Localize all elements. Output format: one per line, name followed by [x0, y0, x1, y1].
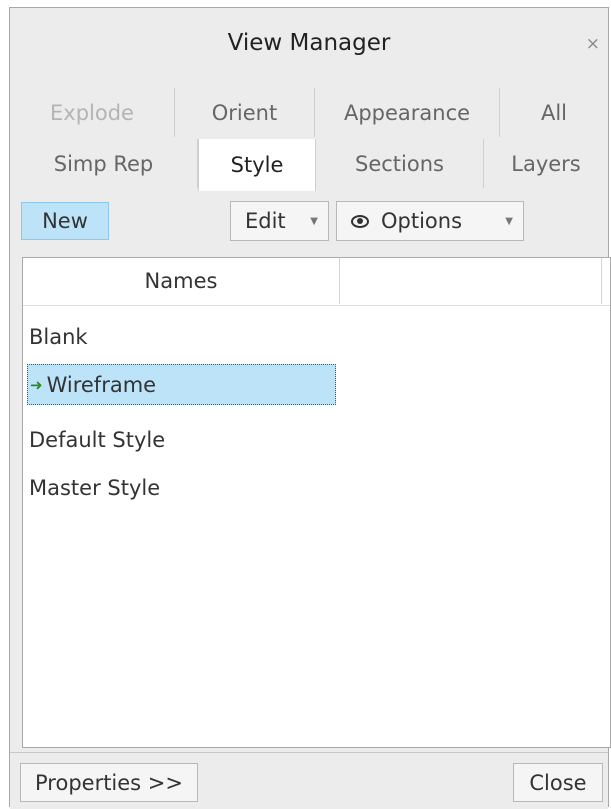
list-item-blank[interactable]: Blank — [27, 316, 336, 357]
tab-sections[interactable]: Sections — [316, 139, 484, 188]
dialog-title: View Manager — [227, 30, 391, 56]
toolbar: New Edit ▼ Options ▼ — [10, 191, 608, 251]
chevron-down-icon: ▼ — [505, 216, 513, 227]
list-item-default-style[interactable]: Default Style — [27, 419, 336, 460]
column-header-empty — [340, 258, 602, 304]
styles-list[interactable]: Names Blank ➜ Wireframe Default Style Ma… — [22, 257, 611, 748]
close-button[interactable]: Close — [513, 763, 603, 802]
chevron-down-icon: ▼ — [310, 216, 318, 227]
column-header-names[interactable]: Names — [23, 258, 340, 304]
tab-simp-rep[interactable]: Simp Rep — [10, 139, 198, 188]
options-button-label: Options — [381, 209, 463, 233]
view-manager-dialog: View Manager × Explode Orient Appearance… — [9, 7, 611, 809]
properties-button-label: Properties >> — [35, 770, 183, 795]
tab-layers[interactable]: Layers — [484, 139, 608, 188]
tab-appearance[interactable]: Appearance — [315, 88, 500, 137]
tab-all[interactable]: All — [500, 88, 608, 137]
eye-icon — [351, 214, 369, 228]
list-item-label: Default Style — [29, 427, 166, 452]
active-arrow-icon: ➜ — [30, 375, 43, 394]
list-item-wireframe[interactable]: ➜ Wireframe — [27, 364, 336, 405]
new-button[interactable]: New — [21, 202, 109, 240]
tab-row-2: Simp Rep Style Sections Layers — [10, 139, 608, 191]
tab-style[interactable]: Style — [198, 139, 316, 191]
list-item-label: Master Style — [29, 475, 161, 500]
list-item-label: Wireframe — [46, 372, 157, 397]
tab-orient[interactable]: Orient — [175, 88, 315, 137]
properties-button[interactable]: Properties >> — [20, 763, 198, 802]
edit-dropdown-button[interactable]: Edit ▼ — [230, 201, 329, 241]
tab-explode[interactable]: Explode — [10, 88, 175, 137]
close-button-label: Close — [529, 770, 587, 795]
options-dropdown-button[interactable]: Options ▼ — [336, 201, 524, 241]
list-header: Names — [23, 258, 610, 306]
list-item-master-style[interactable]: Master Style — [27, 467, 336, 508]
dialog-footer: Properties >> Close — [10, 752, 608, 809]
tab-row-1: Explode Orient Appearance All — [10, 88, 608, 137]
title-bar: View Manager × — [10, 8, 608, 83]
new-button-label: New — [42, 209, 88, 233]
close-icon[interactable]: × — [586, 34, 600, 54]
edit-button-label: Edit — [245, 209, 286, 233]
list-item-label: Blank — [29, 324, 88, 349]
